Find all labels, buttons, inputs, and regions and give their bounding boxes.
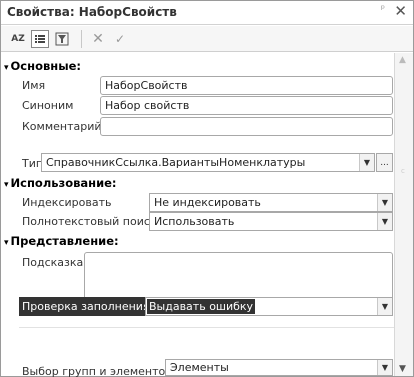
close-icon[interactable]: ✕	[394, 2, 407, 20]
scroll-thumb[interactable]: c	[401, 167, 405, 175]
group-select-dropdown-icon[interactable]: ▼	[377, 360, 392, 375]
scroll-down-icon[interactable]: ▼	[399, 364, 406, 374]
title-bar: Свойства: НаборСвойств ᵖ ✕	[1, 1, 413, 25]
sort-icon-glyph: AZ	[11, 34, 25, 44]
fulltext-field[interactable]: Использовать ▼	[149, 212, 393, 231]
group-usage[interactable]: ▾ Использование:	[4, 176, 117, 190]
expand-icon: ▾	[4, 180, 9, 190]
group-select-label: Выбор групп и элементов	[22, 365, 172, 377]
filter-icon-svg	[55, 32, 69, 46]
filter-icon[interactable]	[53, 30, 71, 48]
divider	[19, 327, 394, 328]
indexing-label: Индексировать	[22, 196, 112, 209]
fill-check-value: Выдавать ошибку	[147, 299, 256, 314]
expand-icon: ▾	[4, 238, 9, 248]
group-select-value: Элементы	[170, 361, 229, 374]
pin-icon[interactable]: ᵖ	[381, 4, 385, 15]
properties-window: Свойства: НаборСвойств ᵖ ✕ AZ ✕ ✓ ▾Осно	[0, 0, 414, 377]
scroll-up-icon[interactable]: ▲	[399, 55, 406, 65]
group-presentation[interactable]: ▾ Представление:	[4, 234, 119, 248]
toolbar-separator	[81, 30, 82, 48]
synonym-label: Синоним	[22, 99, 74, 112]
fulltext-value: Использовать	[154, 215, 235, 228]
type-dropdown-icon[interactable]: ▼	[359, 154, 374, 171]
synonym-field[interactable]: Набор свойств	[100, 96, 393, 115]
accept-icon[interactable]: ✓	[111, 30, 129, 48]
window-title: Свойства: НаборСвойств	[7, 5, 177, 19]
type-field[interactable]: СправочникСсылка.ВариантыНоменклатуры ▼	[41, 153, 375, 172]
sort-alphabetical-icon[interactable]: AZ	[9, 30, 27, 48]
group-main[interactable]: ▾ Основные:	[4, 59, 81, 73]
indexing-value: Не индексировать	[154, 196, 261, 209]
fulltext-label: Полнотекстовый поиск	[22, 215, 157, 228]
fill-check-dropdown-icon[interactable]: ▼	[377, 298, 392, 315]
type-select-button[interactable]: ...	[376, 153, 393, 172]
tooltip-label: Подсказка	[22, 256, 84, 269]
indexing-field[interactable]: Не индексировать ▼	[149, 193, 393, 212]
group-select-field[interactable]: Элементы ▼	[165, 359, 393, 376]
name-field[interactable]: НаборСвойств	[100, 76, 393, 95]
group-presentation-label: Представление:	[10, 234, 119, 248]
type-label: Тип	[22, 157, 44, 170]
categorized-view-icon[interactable]	[31, 30, 49, 48]
comment-field[interactable]	[100, 117, 393, 136]
expand-icon: ▾	[4, 63, 9, 73]
name-label: Имя	[22, 79, 46, 92]
fill-check-label: Проверка заполнения	[19, 297, 153, 316]
fill-check-field[interactable]: Выдавать ошибку ▼	[145, 297, 393, 316]
type-value: СправочникСсылка.ВариантыНоменклатуры	[46, 156, 306, 169]
toolbar: AZ ✕ ✓	[1, 26, 413, 52]
group-usage-label: Использование:	[10, 176, 117, 190]
list-icon	[35, 35, 45, 43]
group-main-label: Основные:	[10, 59, 81, 73]
indexing-dropdown-icon[interactable]: ▼	[377, 194, 392, 211]
cancel-icon[interactable]: ✕	[89, 30, 107, 48]
vertical-scrollbar[interactable]: ▲ c ▼	[394, 53, 413, 376]
comment-label: Комментарий	[22, 120, 102, 133]
fill-check-row[interactable]: Проверка заполнения Выдавать ошибку ▼	[19, 297, 393, 316]
fulltext-dropdown-icon[interactable]: ▼	[377, 213, 392, 230]
